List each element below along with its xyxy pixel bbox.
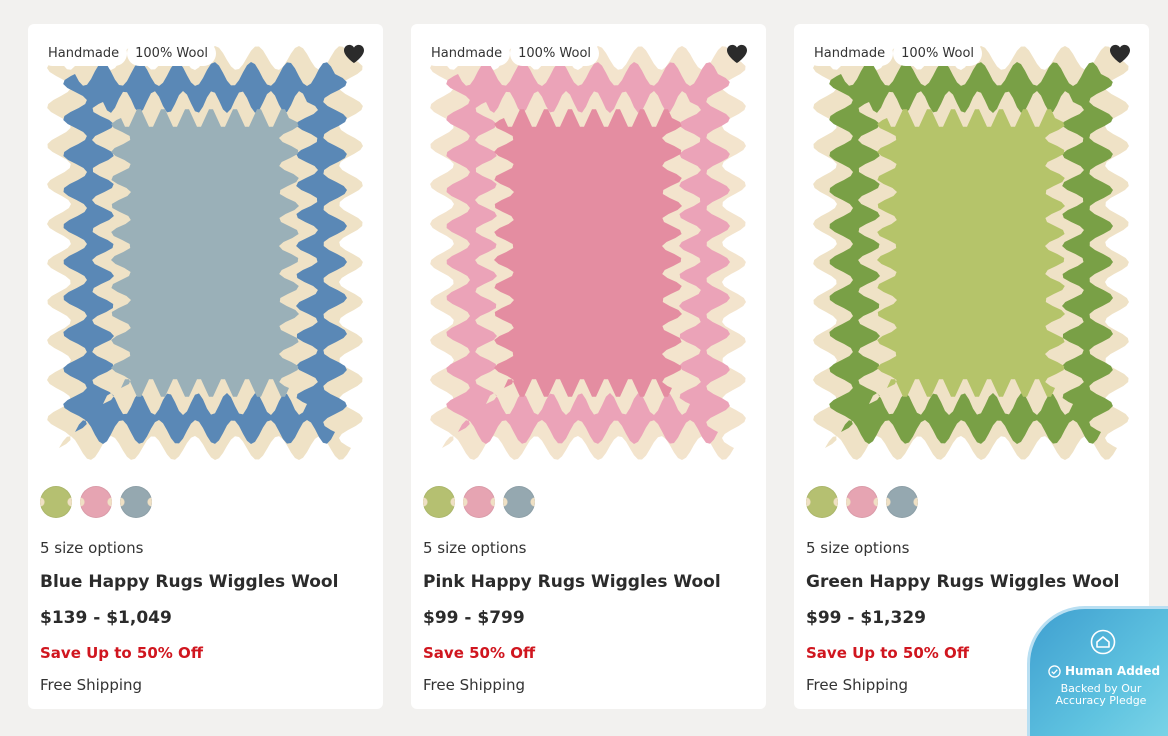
rug-image [813,46,1129,460]
swatch-green[interactable] [806,486,838,518]
color-swatches [40,486,152,518]
color-swatches [806,486,918,518]
size-options: 5 size options [40,539,144,557]
rug-image [430,46,746,460]
check-circle-icon [1048,664,1061,678]
pledge-subtitle: Backed by Our Accuracy Pledge [1055,682,1147,707]
swatch-green[interactable] [423,486,455,518]
product-title[interactable]: Blue Happy Rugs Wiggles Wool [40,572,338,592]
heart-icon[interactable] [1109,44,1131,64]
product-price: $139 - $1,049 [40,608,172,628]
swatch-pink[interactable] [463,486,495,518]
product-title[interactable]: Green Happy Rugs Wiggles Wool [806,572,1120,592]
swatch-blue[interactable] [886,486,918,518]
badge-handmade: Handmade [40,41,128,66]
sale-text: Save Up to 50% Off [806,644,969,662]
rug-inner-field [877,109,1065,397]
badge-wool: 100% Wool [893,41,983,66]
shipping-text: Free Shipping [40,676,143,694]
sale-text: Save 50% Off [423,644,536,662]
swatch-green[interactable] [40,486,72,518]
badge-handmade: Handmade [423,41,511,66]
badge-group: Handmade 100% Wool [40,41,217,66]
rug-inner-field [494,109,682,397]
swatch-blue[interactable] [120,486,152,518]
badge-handmade: Handmade [806,41,894,66]
product-card[interactable]: Handmade 100% Wool 5 size options Blue H… [28,24,383,709]
pledge-title-row: Human Added [1048,664,1160,678]
product-price: $99 - $799 [423,608,525,628]
badge-group: Handmade 100% Wool [423,41,600,66]
size-options: 5 size options [423,539,527,557]
product-title[interactable]: Pink Happy Rugs Wiggles Wool [423,572,721,592]
rug-image [47,46,363,460]
product-image[interactable] [794,24,1149,482]
pledge-title: Human Added [1065,664,1161,678]
shipping-text: Free Shipping [423,676,526,694]
heart-icon[interactable] [726,44,748,64]
product-price: $99 - $1,329 [806,608,926,628]
swatch-blue[interactable] [503,486,535,518]
size-options: 5 size options [806,539,910,557]
product-image[interactable] [411,24,766,482]
badge-wool: 100% Wool [510,41,600,66]
product-grid: Handmade 100% Wool 5 size options Blue H… [0,0,1168,721]
color-swatches [423,486,535,518]
accuracy-pledge-badge[interactable]: Human Added Backed by Our Accuracy Pledg… [1027,606,1168,736]
home-badge-icon [1090,629,1116,655]
product-card[interactable]: Handmade 100% Wool 5 size options Pink H… [411,24,766,709]
sale-text: Save Up to 50% Off [40,644,203,662]
shipping-text: Free Shipping [806,676,909,694]
badge-wool: 100% Wool [127,41,217,66]
product-image[interactable] [28,24,383,482]
badge-group: Handmade 100% Wool [806,41,983,66]
rug-inner-field [111,109,299,397]
swatch-pink[interactable] [80,486,112,518]
swatch-pink[interactable] [846,486,878,518]
heart-icon[interactable] [343,44,365,64]
